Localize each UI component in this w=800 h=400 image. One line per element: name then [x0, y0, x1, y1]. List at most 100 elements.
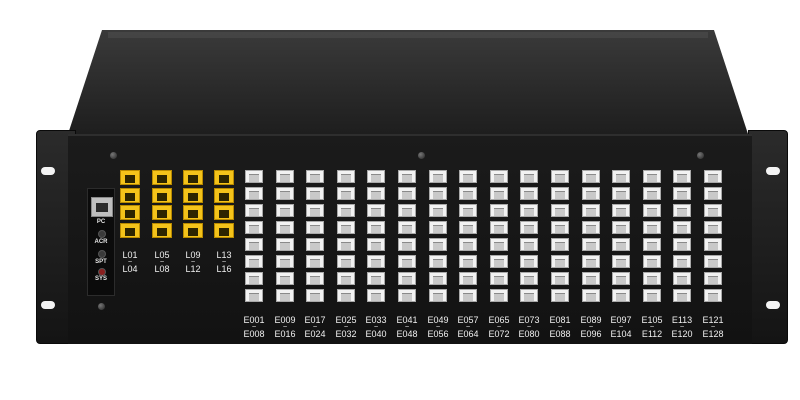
extension-port	[551, 204, 569, 217]
extension-port	[367, 238, 385, 251]
extension-port	[245, 170, 263, 183]
extension-port	[643, 272, 661, 285]
line-port	[152, 170, 172, 185]
extension-port	[398, 221, 416, 234]
extension-port	[398, 255, 416, 268]
extension-port	[367, 204, 385, 217]
extension-port	[429, 221, 447, 234]
extension-port	[582, 289, 600, 302]
line-port	[120, 205, 140, 220]
extension-port	[582, 170, 600, 183]
extension-port	[459, 187, 477, 200]
extension-port	[673, 255, 691, 268]
line-port	[120, 187, 140, 203]
extension-port	[337, 221, 355, 234]
extension-port	[367, 187, 385, 200]
mount-slot-left-top	[41, 167, 55, 175]
extension-port	[429, 255, 447, 268]
extension-port	[337, 289, 355, 302]
extension-port	[612, 187, 630, 200]
extension-port	[398, 272, 416, 285]
extension-port	[245, 221, 263, 234]
extension-port	[673, 272, 691, 285]
extension-port	[612, 255, 630, 268]
extension-port	[520, 255, 538, 268]
extension-port	[398, 289, 416, 302]
extension-port	[398, 204, 416, 217]
extension-port	[551, 255, 569, 268]
spt-led	[98, 250, 106, 258]
extension-port	[306, 255, 324, 268]
extension-port	[245, 187, 263, 200]
extension-port	[612, 289, 630, 302]
extension-port	[551, 170, 569, 183]
extension-port	[520, 289, 538, 302]
extension-port	[643, 255, 661, 268]
line-port	[152, 205, 172, 220]
extension-port	[367, 170, 385, 183]
extension-port	[429, 289, 447, 302]
extension-port	[612, 272, 630, 285]
extension-port	[643, 170, 661, 183]
extension-port	[337, 204, 355, 217]
extension-port	[459, 255, 477, 268]
extension-port	[459, 221, 477, 234]
chassis-top-highlight	[108, 32, 708, 38]
extension-port	[306, 170, 324, 183]
line-port	[214, 205, 234, 220]
extension-port	[612, 221, 630, 234]
extension-port	[429, 204, 447, 217]
extension-port	[582, 204, 600, 217]
extension-port	[459, 272, 477, 285]
extension-port	[276, 289, 294, 302]
extension-port	[490, 204, 508, 217]
screw-icon	[697, 152, 704, 159]
extension-port	[520, 204, 538, 217]
extension-port	[490, 187, 508, 200]
line-port	[183, 170, 203, 185]
line-port	[152, 222, 172, 238]
extension-port	[276, 238, 294, 251]
mount-slot-right-top	[766, 167, 780, 175]
extension-port	[704, 170, 722, 183]
extension-port	[582, 221, 600, 234]
extension-port	[673, 170, 691, 183]
line-port	[214, 170, 234, 185]
extension-port	[276, 187, 294, 200]
extension-port	[276, 221, 294, 234]
sys-label: SYS	[94, 276, 107, 282]
extension-port	[551, 238, 569, 251]
line-port	[183, 187, 203, 203]
extension-port	[551, 221, 569, 234]
extension-port	[704, 255, 722, 268]
extension-port	[673, 187, 691, 200]
extension-port	[704, 187, 722, 200]
control-panel: PC ACR SPT SYS	[87, 188, 115, 296]
extension-port	[551, 272, 569, 285]
extension-port	[704, 272, 722, 285]
extension-port	[490, 170, 508, 183]
extension-port	[704, 221, 722, 234]
extension-port	[367, 255, 385, 268]
sys-led	[98, 268, 106, 276]
extension-port	[673, 289, 691, 302]
extension-port	[643, 238, 661, 251]
screw-icon	[98, 303, 105, 310]
extension-port	[245, 289, 263, 302]
extension-port	[306, 187, 324, 200]
extension-port	[520, 238, 538, 251]
extension-port	[276, 272, 294, 285]
extension-port	[582, 187, 600, 200]
extension-port	[673, 204, 691, 217]
extension-port	[429, 272, 447, 285]
extension-port	[367, 272, 385, 285]
extension-port	[704, 289, 722, 302]
line-port	[183, 222, 203, 238]
extension-port	[612, 170, 630, 183]
mount-slot-left-bottom	[41, 301, 55, 309]
extension-port	[276, 170, 294, 183]
extension-port	[398, 187, 416, 200]
extension-group-label: E121 ~ E128	[693, 316, 733, 339]
extension-port	[490, 238, 508, 251]
extension-port	[398, 238, 416, 251]
